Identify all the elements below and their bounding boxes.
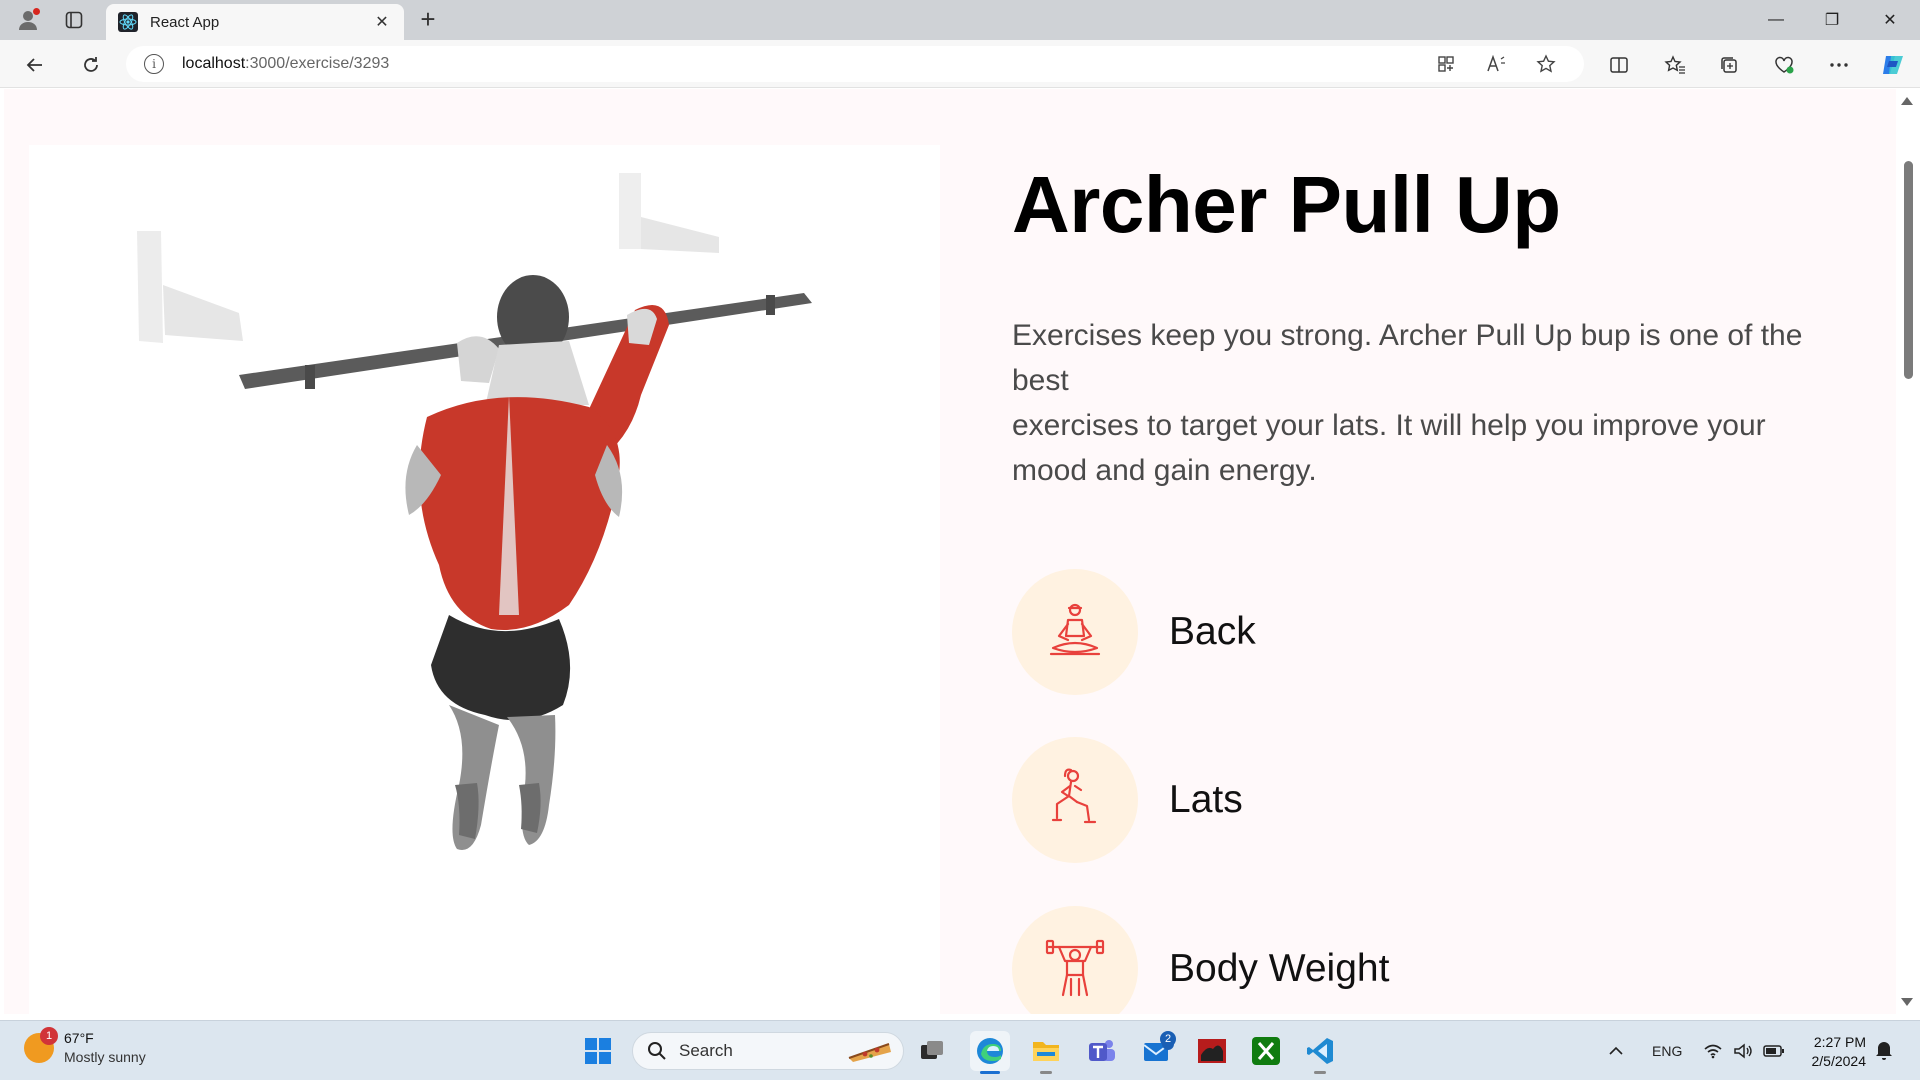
lunge-person-icon (1051, 768, 1097, 824)
target-muscle-tag: Lats (1012, 737, 1243, 863)
profile-notification-dot (33, 8, 40, 15)
start-button[interactable] (578, 1031, 618, 1071)
volume-icon[interactable] (1733, 1021, 1753, 1080)
taskbar-xbox[interactable] (1246, 1031, 1286, 1071)
active-indicator (980, 1071, 1000, 1074)
edge-icon (977, 1038, 1003, 1064)
search-highlight-pizza-icon (848, 1043, 891, 1062)
description-line: mood and gain energy. (1012, 454, 1317, 487)
reload-button[interactable] (76, 50, 106, 80)
system-clock[interactable]: 2:27 PM 2/5/2024 (1796, 1033, 1867, 1071)
read-aloud-icon[interactable] (1482, 50, 1510, 78)
yoga-person-icon (1049, 603, 1101, 656)
react-favicon-icon (118, 12, 138, 32)
taskbar-teams[interactable] (1082, 1031, 1122, 1071)
exercise-description: Exercises keep you strong. Archer Pull U… (1012, 313, 1842, 493)
windows-taskbar: 1 67°F Mostly sunny Search 2 ENG 2:27 PM… (0, 1020, 1920, 1080)
page-viewport: Archer Pull Up Exercises keep you strong… (4, 89, 1896, 1014)
exercise-title: Archer Pull Up (1012, 160, 1561, 249)
browser-toolbar: i localhost:3000/exercise/3293 (0, 40, 1920, 88)
search-icon (648, 1042, 666, 1060)
address-bar[interactable]: i localhost:3000/exercise/3293 (126, 46, 1584, 82)
scrollbar-thumb[interactable] (1904, 161, 1913, 379)
battery-icon[interactable] (1763, 1021, 1785, 1080)
equipment-tag: Body Weight (1012, 906, 1389, 1014)
browser-tab-active[interactable]: React App ✕ (106, 4, 404, 40)
site-info-icon[interactable]: i (144, 54, 164, 74)
weightlifter-icon (1045, 939, 1105, 997)
folder-icon (1033, 1042, 1059, 1061)
copilot-icon[interactable] (1878, 50, 1908, 80)
xbox-icon (1252, 1037, 1280, 1065)
running-indicator (1040, 1071, 1052, 1074)
tag-label: Lats (1169, 778, 1243, 821)
window-close-button[interactable]: ✕ (1862, 0, 1918, 40)
tag-icon-circle (1012, 569, 1138, 695)
weather-widget[interactable]: 1 67°F Mostly sunny (24, 1027, 146, 1067)
taskbar-search[interactable]: Search (632, 1032, 904, 1070)
window-minimize-button[interactable]: — (1748, 0, 1804, 40)
taskbar-file-explorer[interactable] (1026, 1031, 1066, 1074)
windows-logo-icon (585, 1038, 611, 1064)
back-button[interactable] (20, 50, 50, 80)
tag-icon-circle (1012, 737, 1138, 863)
window-restore-button[interactable]: ❐ (1804, 0, 1860, 40)
taskbar-app-red[interactable] (1192, 1031, 1232, 1071)
language-indicator[interactable]: ENG (1652, 1021, 1682, 1080)
exercise-details: Archer Pull Up Exercises keep you strong… (1012, 165, 1842, 493)
tab-actions-icon[interactable] (60, 6, 88, 34)
taskbar-vscode[interactable] (1300, 1031, 1340, 1074)
favorites-icon[interactable] (1660, 50, 1690, 80)
teams-icon (1089, 1040, 1115, 1061)
browser-essentials-icon[interactable] (1769, 50, 1799, 80)
scroll-down-arrow-icon[interactable] (1901, 998, 1913, 1006)
mail-badge: 2 (1160, 1031, 1176, 1047)
description-line: best (1012, 364, 1069, 397)
search-label: Search (679, 1041, 733, 1060)
description-line: exercises to target your lats. It will h… (1012, 409, 1766, 442)
show-hidden-icons-button[interactable] (1608, 1021, 1624, 1080)
task-view-icon (921, 1041, 943, 1059)
collections-icon[interactable] (1714, 50, 1744, 80)
notification-bell-icon[interactable] (1874, 1039, 1898, 1063)
task-view-button[interactable] (912, 1031, 952, 1071)
vscode-icon (1307, 1038, 1333, 1064)
archer-pull-up-illustration (137, 173, 812, 850)
profile-icon[interactable] (14, 6, 42, 34)
app-window-icon (1198, 1039, 1226, 1063)
weather-temperature: 67°F (64, 1030, 94, 1046)
running-indicator (1314, 1071, 1326, 1074)
url-host: localhost (182, 55, 246, 72)
split-screen-icon[interactable] (1604, 50, 1634, 80)
browser-tab-bar: React App ✕ + — ❐ ✕ (0, 0, 1920, 40)
tag-icon-circle (1012, 906, 1138, 1014)
tab-close-button[interactable]: ✕ (372, 12, 392, 32)
url-path: :3000/exercise/3293 (245, 55, 390, 72)
taskbar-edge[interactable] (970, 1031, 1010, 1074)
tag-label: Body Weight (1169, 947, 1390, 990)
exercise-detail-page: Archer Pull Up Exercises keep you strong… (4, 89, 1896, 1014)
network-icon[interactable] (1703, 1021, 1723, 1080)
clock-time: 2:27 PM (1813, 1034, 1866, 1050)
exercise-image (29, 145, 940, 1014)
weather-badge: 1 (40, 1027, 58, 1045)
taskbar-mail[interactable]: 2 (1138, 1031, 1178, 1071)
favorite-star-icon[interactable] (1532, 50, 1560, 78)
page-scrollbar[interactable] (1896, 89, 1920, 1014)
clock-date: 2/5/2024 (1811, 1053, 1867, 1069)
more-menu-icon[interactable] (1824, 50, 1854, 80)
description-line: Exercises keep you strong. Archer Pull U… (1012, 319, 1803, 352)
chevron-up-icon (1609, 1046, 1623, 1055)
weather-condition: Mostly sunny (64, 1049, 146, 1065)
new-tab-button[interactable]: + (414, 6, 442, 34)
tag-label: Back (1169, 610, 1256, 653)
body-part-tag: Back (1012, 569, 1256, 695)
app-available-icon[interactable] (1432, 50, 1460, 78)
scroll-up-arrow-icon[interactable] (1901, 97, 1913, 105)
tab-title: React App (150, 13, 220, 31)
sun-icon: 1 (24, 1027, 58, 1063)
